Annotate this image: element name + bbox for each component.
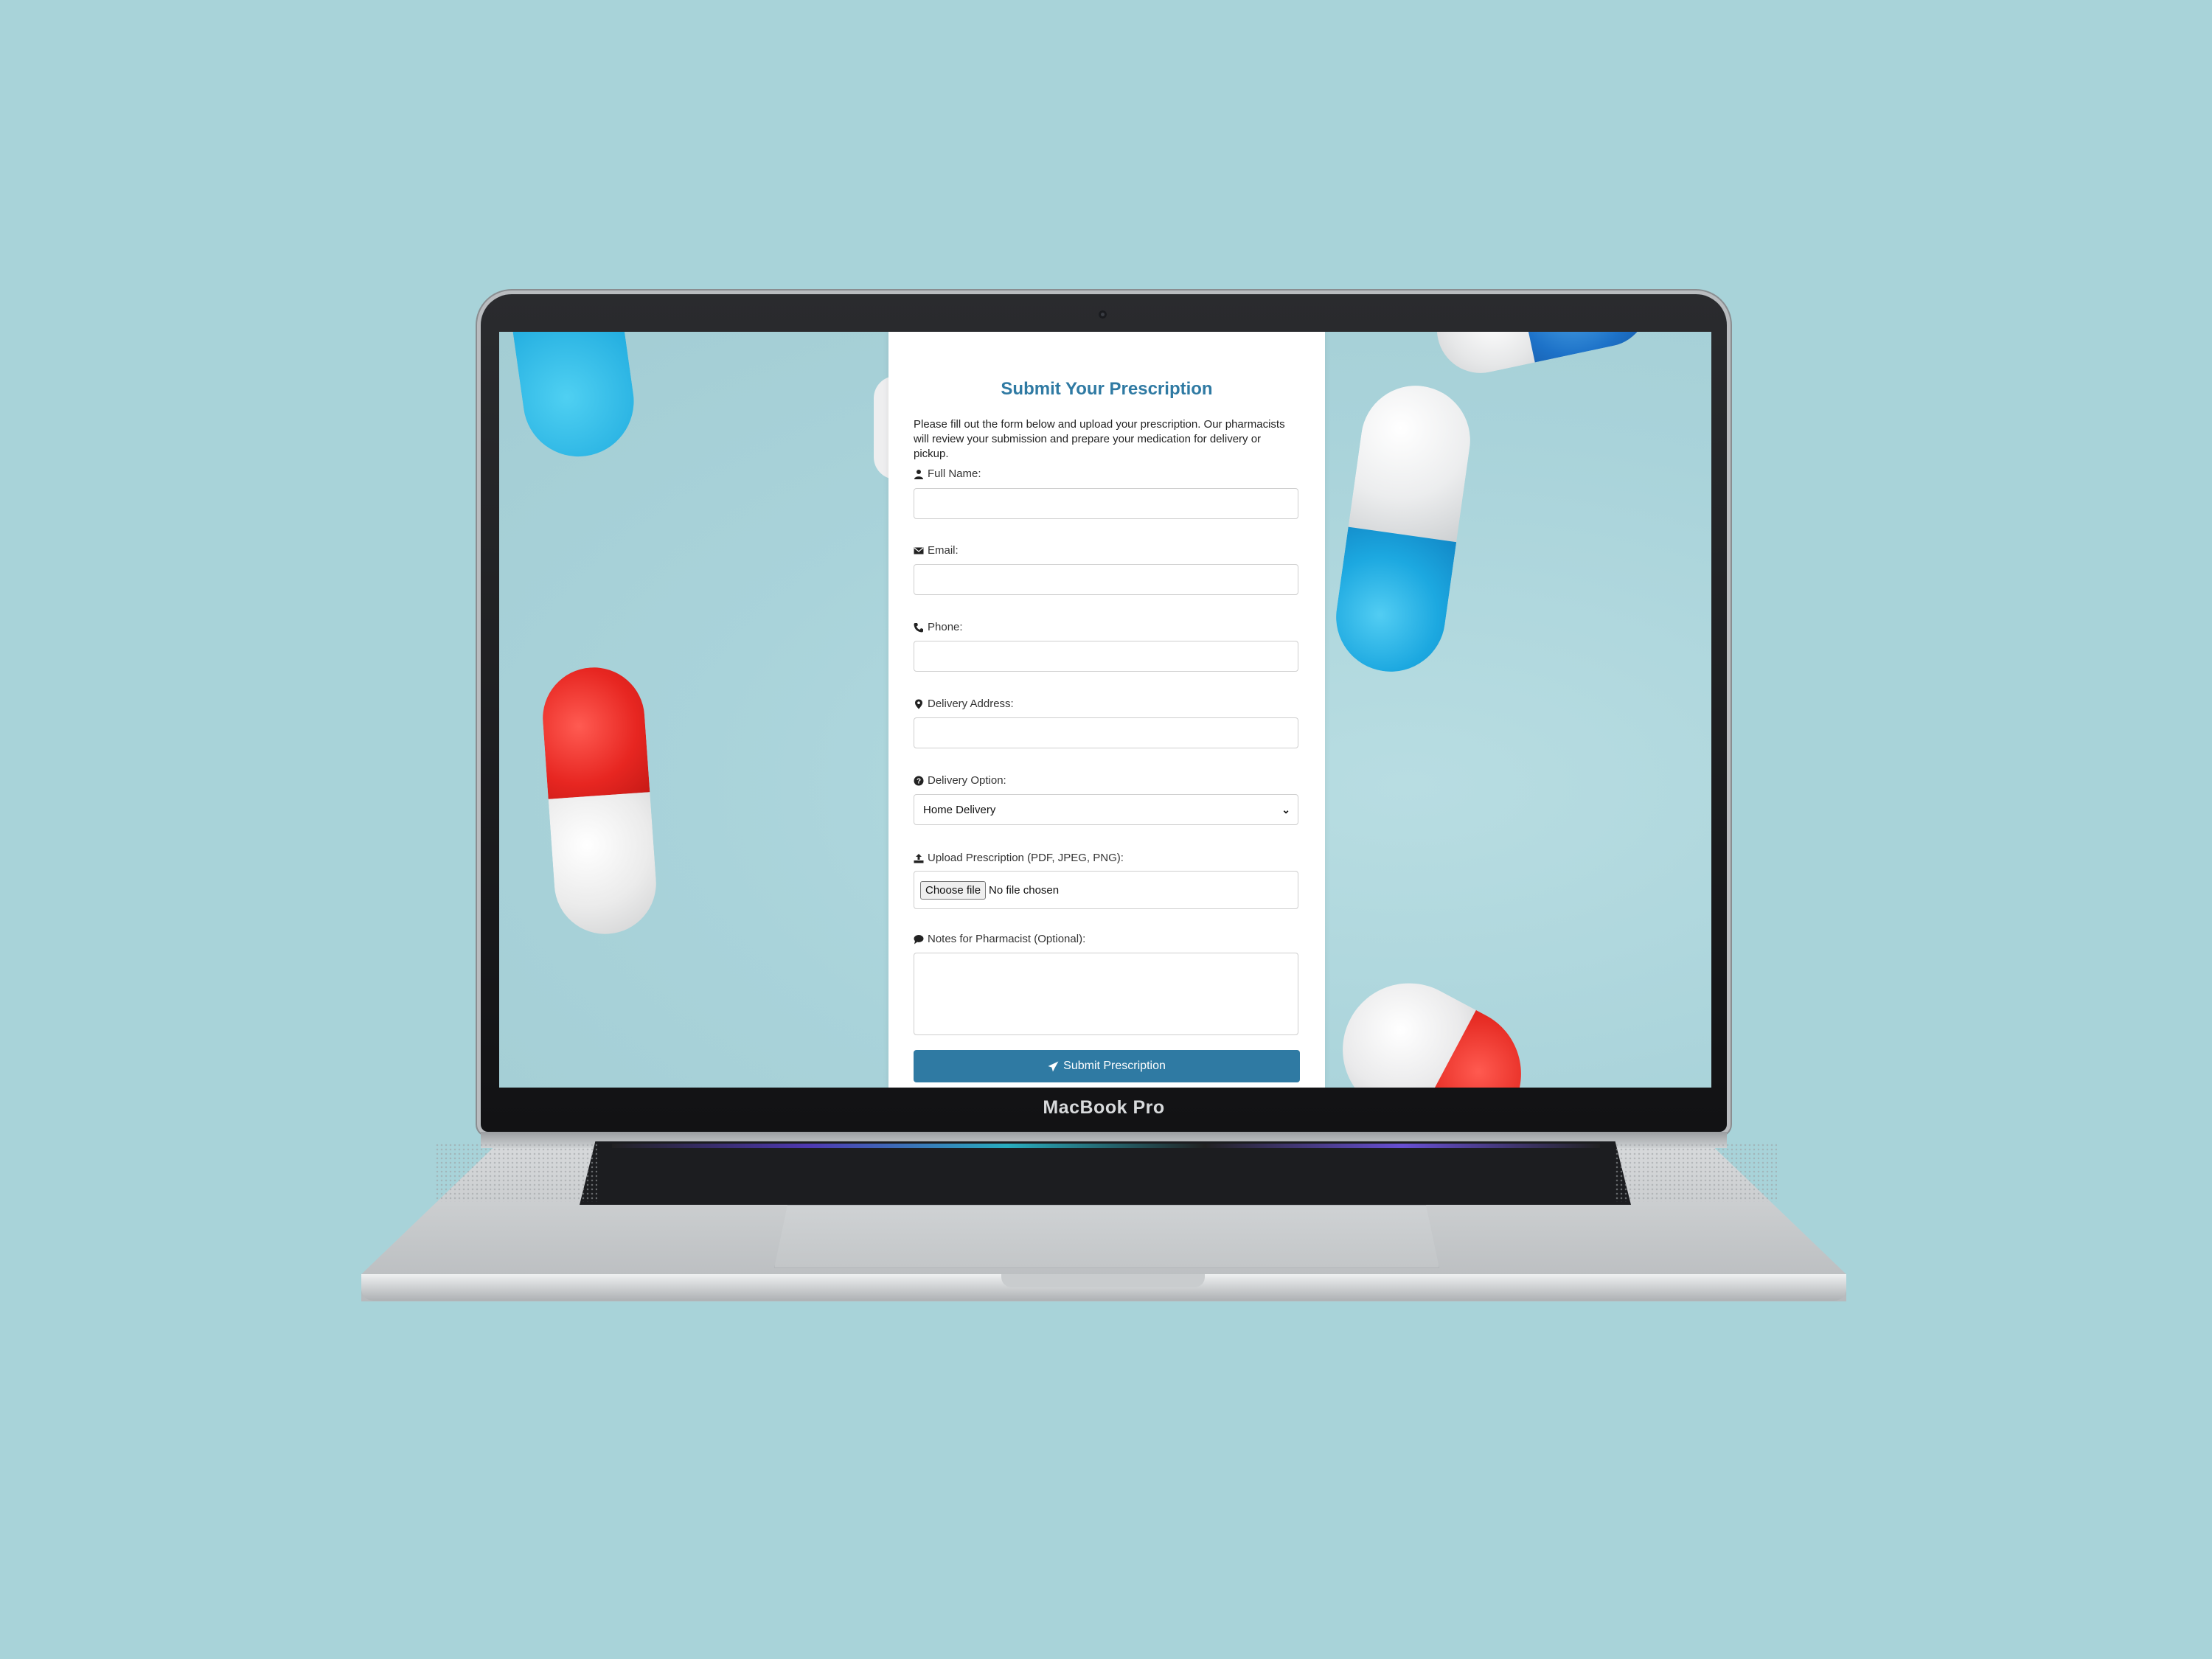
delivery-address-input[interactable] (914, 717, 1298, 748)
chevron-down-icon: ⌄ (1281, 803, 1290, 815)
delivery-option-select[interactable]: Home Delivery ⌄ (914, 794, 1298, 825)
form-intro: Please fill out the form below and uploa… (914, 418, 1285, 460)
map-marker-icon (915, 699, 922, 709)
submit-button-label: Submit Prescription (1063, 1060, 1166, 1072)
capsule-image (1319, 959, 1545, 1088)
upload-icon (914, 853, 924, 863)
comment-icon (914, 934, 924, 944)
email-input[interactable] (914, 564, 1298, 595)
speaker-grille-right (1615, 1143, 1777, 1202)
capsule-image (499, 332, 641, 464)
full-name-label: Full Name: (914, 467, 981, 480)
speaker-grille-left (435, 1143, 597, 1202)
upload-label-text: Upload Prescription (PDF, JPEG, PNG): (928, 852, 1124, 864)
delivery-option-label-text: Delivery Option: (928, 774, 1006, 787)
screen: Submit Your Prescription Please fill out… (499, 332, 1711, 1088)
prescription-form: Submit Your Prescription Please fill out… (888, 332, 1325, 1088)
question-circle-icon: ? (914, 776, 924, 785)
paper-plane-icon (1048, 1061, 1059, 1071)
notes-textarea[interactable] (914, 953, 1298, 1035)
capsule-image (1329, 378, 1478, 679)
prescription-file-input[interactable]: Choose file No file chosen (914, 871, 1298, 909)
opening-notch (1001, 1274, 1205, 1287)
delivery-address-label-text: Delivery Address: (928, 698, 1014, 710)
camera (1099, 310, 1107, 319)
full-name-input[interactable] (914, 488, 1298, 519)
delivery-address-label: Delivery Address: (914, 698, 1014, 710)
phone-input[interactable] (914, 641, 1298, 672)
svg-text:?: ? (917, 777, 921, 785)
user-icon (914, 469, 923, 479)
phone-icon (914, 622, 923, 632)
choose-file-button[interactable]: Choose file (920, 880, 987, 900)
upload-label: Upload Prescription (PDF, JPEG, PNG): (914, 852, 1124, 864)
trackpad (774, 1205, 1439, 1268)
phone-label-text: Phone: (928, 621, 963, 633)
delivery-option-label: ? Delivery Option: (914, 774, 1006, 787)
email-label-text: Email: (928, 544, 959, 557)
notes-label: Notes for Pharmacist (Optional): (914, 933, 1085, 945)
full-name-label-text: Full Name: (928, 467, 981, 480)
form-title: Submit Your Prescription (1001, 379, 1213, 399)
capsule-image (539, 664, 660, 938)
no-file-text: No file chosen (989, 883, 1060, 897)
delivery-option-value: Home Delivery (923, 803, 996, 816)
phone-label: Phone: (914, 621, 963, 633)
envelope-icon (914, 547, 924, 554)
submit-prescription-button[interactable]: Submit Prescription (914, 1050, 1300, 1082)
touch-bar (612, 1144, 1600, 1148)
keyboard (580, 1141, 1631, 1205)
notes-label-text: Notes for Pharmacist (Optional): (928, 933, 1086, 945)
email-label: Email: (914, 544, 959, 557)
device-brand: MacBook Pro (1043, 1097, 1165, 1118)
capsule-image (1428, 332, 1657, 381)
